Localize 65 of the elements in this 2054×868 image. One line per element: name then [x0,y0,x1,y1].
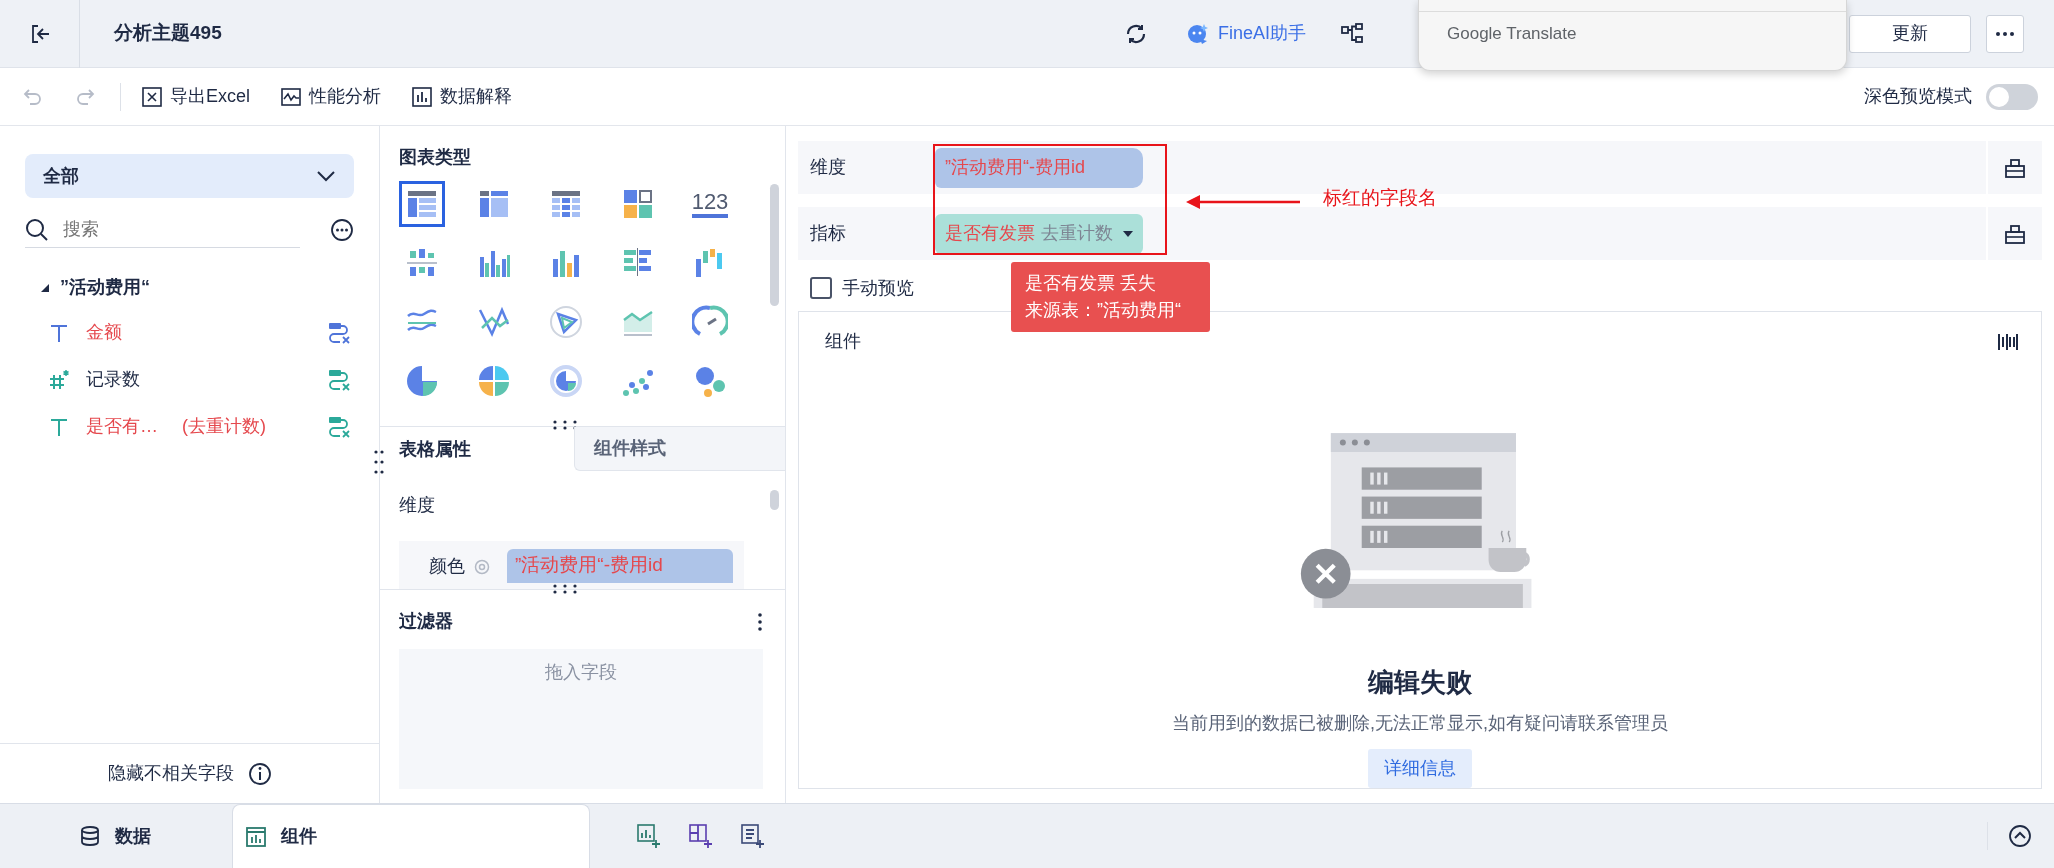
bottom-tab[interactable]: 组件 [232,804,590,868]
unlink-icon[interactable] [327,367,351,392]
bottom-tab[interactable]: 数据 [0,804,229,868]
hierarchy-icon[interactable] [2004,222,2026,245]
callout-label: 标红的字段名 [1323,186,1437,210]
kebab-menu-icon[interactable] [757,611,763,632]
field-name[interactable]: 记录数 [86,366,140,393]
toolbar-button[interactable]: 性能分析 [280,83,381,110]
database-icon [78,825,101,847]
caret-icon[interactable] [40,282,50,293]
add-chart-icon[interactable] [636,823,662,849]
section-label: 维度 [399,494,436,517]
checkbox-label[interactable]: 手动预览 [842,274,914,302]
window-title: 分析主题495 [114,21,223,46]
info-icon[interactable] [247,761,272,786]
hierarchy-icon[interactable] [2004,156,2026,179]
unlink-icon[interactable] [327,414,351,439]
shelf-label: 维度 [809,156,847,179]
pulse-chart-icon [280,85,302,108]
ellipsis-icon [1995,30,2015,37]
error-message: 当前用到的数据已被删除,无法正常显示,如有疑问请联系管理员 [1172,712,1668,735]
drag-handle-icon[interactable] [552,584,578,594]
excel-icon [141,85,163,108]
add-layout-icon[interactable] [688,823,714,849]
unlink-icon[interactable] [327,320,351,345]
scope-dropdown[interactable]: 全部 [25,154,354,198]
table-icon[interactable] [399,181,445,227]
section-title: 图表类型 [399,146,472,169]
color-label: 颜色 [429,555,465,578]
field-name[interactable]: 金额 [86,319,122,346]
error-title: 编辑失败 [1368,666,1472,699]
section-title: 过滤器 [399,610,453,633]
popup-label: Google Translate [1447,23,1577,45]
search-icon [25,218,49,242]
dark-mode-label: 深色预览模式 [1864,85,1972,108]
tooltip-text: 来源表：”活动费用“ [1025,299,1182,322]
update-button[interactable]: 更新 [1849,14,1971,53]
field-name[interactable]: 是否有… [86,413,158,440]
toolbar-button[interactable]: 数据解释 [411,83,512,110]
flow-icon[interactable] [1340,21,1365,46]
hide-fields-label[interactable]: 隐藏不相关字段 [107,760,234,787]
more-button[interactable] [1986,14,2024,53]
checkbox[interactable] [810,277,832,299]
tab[interactable]: 表格属性 [380,427,574,471]
scrollbar-thumb[interactable] [770,490,779,510]
toolbar-button[interactable]: 导出Excel [141,83,250,110]
more-icon[interactable] [330,218,354,242]
shelf-label: 指标 [809,222,847,245]
caret-down-icon[interactable] [1123,230,1133,237]
card-title: 组件 [825,330,861,353]
drag-handle-icon[interactable] [374,449,384,475]
table-name[interactable]: ”活动费用“ [60,274,150,301]
aggregation-label: (去重计数) [182,415,266,438]
chevron-down-icon [316,170,336,182]
collapse-icon[interactable] [2008,824,2032,848]
tab[interactable]: 组件样式 [574,427,785,471]
ai-assistant-button[interactable]: FineAI助手 [1186,20,1307,47]
dark-mode-toggle[interactable] [1986,83,2038,110]
add-report-icon[interactable] [740,823,766,849]
details-button[interactable]: 详细信息 [1368,749,1472,788]
chart-card-icon [245,825,267,848]
bar-chart-icon [411,85,433,108]
tooltip-text: 是否有发票 丢失 [1025,272,1157,295]
drop-hint: 拖入字段 [545,662,617,682]
scrollbar-thumb[interactable] [770,184,779,306]
